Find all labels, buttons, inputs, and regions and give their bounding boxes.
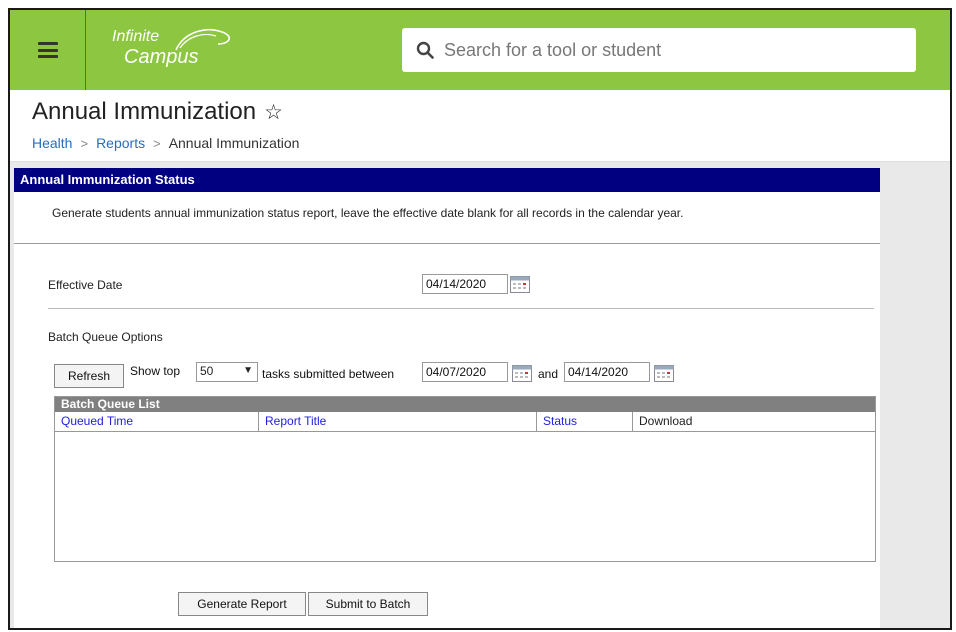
- dropdown-arrow-icon: ▼: [243, 365, 253, 376]
- infinite-campus-logo[interactable]: Infinite Campus: [110, 24, 240, 72]
- favorite-star-icon[interactable]: ☆: [264, 100, 283, 125]
- batch-queue-list-title: Batch Queue List: [55, 397, 875, 412]
- calendar-icon[interactable]: [512, 365, 532, 382]
- breadcrumb-health[interactable]: Health: [32, 135, 72, 151]
- effective-date-label: Effective Date: [48, 278, 123, 292]
- app-window: Infinite Campus Annual Immunization ☆ He…: [8, 8, 952, 630]
- main-content: Annual Immunization Status Generate stud…: [10, 162, 950, 628]
- divider: [48, 308, 874, 309]
- search-input[interactable]: [444, 39, 884, 61]
- show-top-select[interactable]: 50 ▼: [196, 362, 258, 382]
- effective-date-input[interactable]: [422, 274, 508, 294]
- chevron-right-icon: >: [153, 135, 161, 151]
- panel-description: Generate students annual immunization st…: [14, 192, 880, 244]
- search-box[interactable]: [402, 28, 916, 72]
- breadcrumb-reports[interactable]: Reports: [96, 135, 145, 151]
- calendar-icon[interactable]: [510, 276, 530, 293]
- column-queued-time[interactable]: Queued Time: [55, 412, 259, 431]
- show-top-label: Show top: [130, 364, 181, 378]
- search-icon: [416, 41, 434, 59]
- end-date-input[interactable]: [564, 362, 650, 382]
- page-title: Annual Immunization ☆: [32, 98, 283, 126]
- breadcrumb-current: Annual Immunization: [168, 135, 300, 151]
- report-panel: Annual Immunization Status Generate stud…: [14, 168, 880, 628]
- generate-report-button[interactable]: Generate Report: [178, 592, 306, 616]
- logo-swoosh-icon: [175, 28, 230, 51]
- show-top-value: 50: [200, 364, 214, 378]
- page-header: Annual Immunization ☆ Health > Reports >…: [10, 90, 950, 162]
- batch-queue-list-header: Queued Time Report Title Status Download: [55, 412, 875, 432]
- hamburger-menu-icon: [37, 42, 58, 58]
- calendar-icon[interactable]: [654, 365, 674, 382]
- hamburger-menu-button[interactable]: [10, 10, 86, 90]
- column-status[interactable]: Status: [537, 412, 633, 431]
- top-bar: Infinite Campus: [10, 10, 950, 90]
- column-report-title[interactable]: Report Title: [259, 412, 537, 431]
- chevron-right-icon: >: [80, 135, 89, 151]
- batch-queue-options-label: Batch Queue Options: [48, 330, 163, 344]
- page-title-text: Annual Immunization: [32, 98, 257, 125]
- start-date-input[interactable]: [422, 362, 508, 382]
- logo-text-infinite: Infinite: [112, 28, 160, 45]
- tasks-submitted-between-label: tasks submitted between: [262, 367, 395, 381]
- batch-queue-list: Batch Queue List Queued Time Report Titl…: [54, 396, 876, 562]
- breadcrumb: Health > Reports > Annual Immunization: [32, 135, 299, 151]
- panel-header: Annual Immunization Status: [14, 168, 880, 192]
- submit-to-batch-button[interactable]: Submit to Batch: [308, 592, 428, 616]
- and-label: and: [538, 367, 559, 381]
- refresh-button[interactable]: Refresh: [54, 364, 124, 388]
- column-download: Download: [639, 414, 693, 428]
